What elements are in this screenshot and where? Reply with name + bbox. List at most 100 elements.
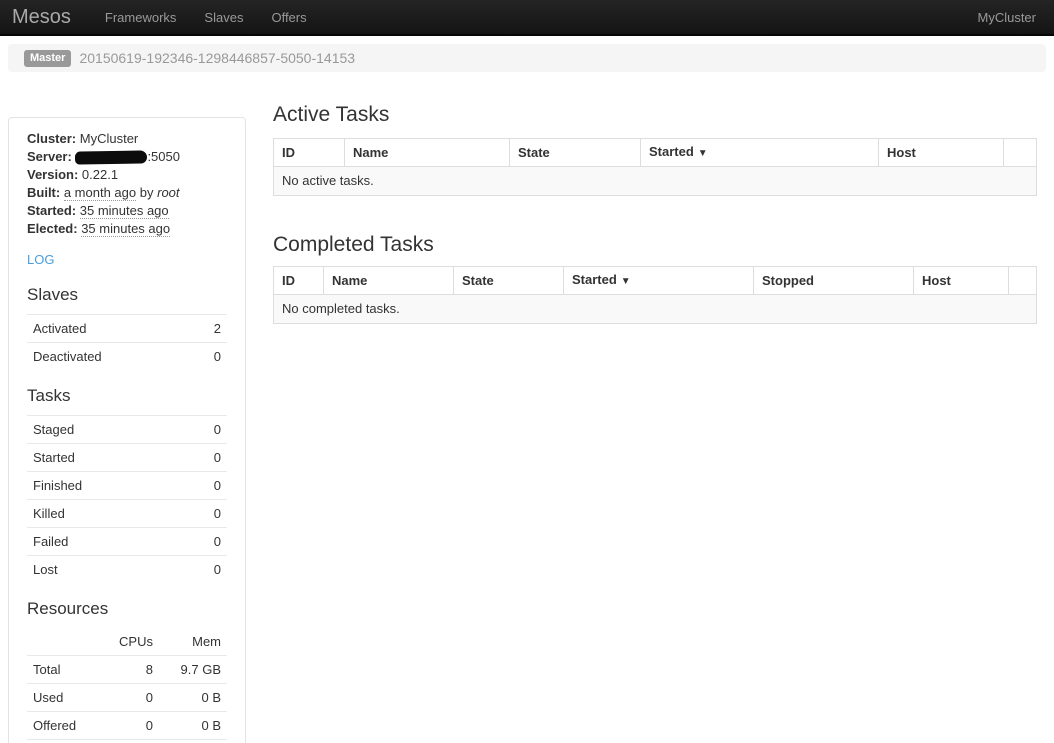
built-value: a month ago xyxy=(64,185,136,201)
stat-value: 0 xyxy=(179,500,227,528)
master-id: 20150619-192346-1298446857-5050-14153 xyxy=(79,50,355,66)
resources-header-cpus: CPUs xyxy=(107,628,159,656)
resources-mem: 9.7 GB xyxy=(159,656,227,684)
column-header-host[interactable]: Host xyxy=(914,267,1009,295)
column-header-id[interactable]: ID xyxy=(274,139,345,167)
column-header-name[interactable]: Name xyxy=(324,267,454,295)
stat-row-killed: Killed0 xyxy=(27,500,227,528)
resources-cpus: 0 xyxy=(107,684,159,712)
stat-label: Activated xyxy=(27,315,188,343)
empty-state-row: No active tasks. xyxy=(274,167,1037,196)
stat-value: 0 xyxy=(179,528,227,556)
column-header-name[interactable]: Name xyxy=(345,139,510,167)
resources-table: CPUsMemTotal89.7 GBUsed00 BOffered00 BId… xyxy=(27,628,227,743)
server-label: Server: xyxy=(27,149,72,164)
main-content: Active Tasks IDNameStateStarted▼HostNo a… xyxy=(273,102,1036,324)
column-header-started[interactable]: Started▼ xyxy=(564,267,754,295)
stat-row-activated: Activated2 xyxy=(27,315,227,343)
column-header-started[interactable]: Started▼ xyxy=(641,139,879,167)
sort-desc-icon: ▼ xyxy=(621,276,631,287)
resources-row-offered: Offered00 B xyxy=(27,712,227,740)
resources-label: Offered xyxy=(27,712,107,740)
resources-label: Total xyxy=(27,656,107,684)
stat-value: 0 xyxy=(179,444,227,472)
resources-mem: 0 B xyxy=(159,684,227,712)
stat-value: 0 xyxy=(179,556,227,584)
server-port: :5050 xyxy=(147,149,180,164)
server-line: Server: :5050 xyxy=(27,148,227,166)
resources-cpus: 0 xyxy=(107,712,159,740)
resources-mem: 0 B xyxy=(159,712,227,740)
tasks-section-title: Tasks xyxy=(27,386,227,406)
started-label: Started: xyxy=(27,203,76,218)
active-tasks-table: IDNameStateStarted▼HostNo active tasks. xyxy=(273,138,1037,196)
elected-line: Elected: 35 minutes ago xyxy=(27,220,227,238)
column-header-host[interactable]: Host xyxy=(879,139,1004,167)
resources-row-total: Total89.7 GB xyxy=(27,656,227,684)
column-header-id[interactable]: ID xyxy=(274,267,324,295)
stat-value: 0 xyxy=(188,343,227,371)
completed-tasks-table: IDNameStateStarted▼StoppedHostNo complet… xyxy=(273,266,1037,324)
slaves-stat-table: Activated2Deactivated0 xyxy=(27,314,227,370)
elected-label: Elected: xyxy=(27,221,78,236)
nav-item-frameworks[interactable]: Frameworks xyxy=(91,10,191,25)
cluster-value: MyCluster xyxy=(80,131,139,146)
active-tasks-title: Active Tasks xyxy=(273,102,1036,127)
stat-value: 2 xyxy=(188,315,227,343)
resources-mem: 9.7 GB xyxy=(159,740,227,743)
column-header-spacer xyxy=(1004,139,1037,167)
resources-row-idle: Idle89.7 GB xyxy=(27,740,227,743)
started-line: Started: 35 minutes ago xyxy=(27,202,227,220)
nav-item-slaves[interactable]: Slaves xyxy=(190,10,257,25)
started-value: 35 minutes ago xyxy=(80,203,169,219)
sort-desc-icon: ▼ xyxy=(698,148,708,159)
resources-header-spacer xyxy=(27,628,107,656)
resources-label: Used xyxy=(27,684,107,712)
master-info: Cluster: MyCluster Server: :5050 Version… xyxy=(27,130,227,238)
stat-label: Deactivated xyxy=(27,343,188,371)
header-row: IDNameStateStarted▼Host xyxy=(274,139,1037,167)
stat-value: 0 xyxy=(179,472,227,500)
version-value: 0.22.1 xyxy=(82,167,118,182)
stat-value: 0 xyxy=(179,416,227,444)
stat-label: Staged xyxy=(27,416,179,444)
master-info-panel: Cluster: MyCluster Server: :5050 Version… xyxy=(8,117,246,743)
stat-row-deactivated: Deactivated0 xyxy=(27,343,227,371)
column-header-state[interactable]: State xyxy=(510,139,641,167)
resources-cpus: 8 xyxy=(107,656,159,684)
version-label: Version: xyxy=(27,167,78,182)
cluster-line: Cluster: MyCluster xyxy=(27,130,227,148)
column-header-stopped[interactable]: Stopped xyxy=(754,267,914,295)
stat-label: Lost xyxy=(27,556,179,584)
cluster-name: MyCluster xyxy=(977,10,1054,25)
built-line: Built: a month ago by root xyxy=(27,184,227,202)
slaves-section-title: Slaves xyxy=(27,285,227,305)
brand-mesos[interactable]: Mesos xyxy=(0,6,91,29)
nav-item-offers[interactable]: Offers xyxy=(257,10,320,25)
built-label: Built: xyxy=(27,185,60,200)
built-user: root xyxy=(157,185,179,200)
elected-value: 35 minutes ago xyxy=(81,221,170,237)
column-header-spacer xyxy=(1009,267,1037,295)
log-link[interactable]: LOG xyxy=(27,252,54,267)
redacted-server-address xyxy=(75,150,147,164)
column-header-state[interactable]: State xyxy=(454,267,564,295)
stat-row-staged: Staged0 xyxy=(27,416,227,444)
header-row: IDNameStateStarted▼StoppedHost xyxy=(274,267,1037,295)
version-line: Version: 0.22.1 xyxy=(27,166,227,184)
breadcrumb: Master 20150619-192346-1298446857-5050-1… xyxy=(8,44,1046,72)
master-badge: Master xyxy=(24,50,71,67)
resources-header-mem: Mem xyxy=(159,628,227,656)
stat-label: Killed xyxy=(27,500,179,528)
stat-row-finished: Finished0 xyxy=(27,472,227,500)
stat-row-started: Started0 xyxy=(27,444,227,472)
resources-section-title: Resources xyxy=(27,599,227,619)
resources-header-row: CPUsMem xyxy=(27,628,227,656)
resources-label: Idle xyxy=(27,740,107,743)
completed-tasks-title: Completed Tasks xyxy=(273,232,1036,257)
stat-label: Finished xyxy=(27,472,179,500)
stat-row-failed: Failed0 xyxy=(27,528,227,556)
tasks-stat-table: Staged0Started0Finished0Killed0Failed0Lo… xyxy=(27,415,227,583)
cluster-label: Cluster: xyxy=(27,131,76,146)
resources-row-used: Used00 B xyxy=(27,684,227,712)
